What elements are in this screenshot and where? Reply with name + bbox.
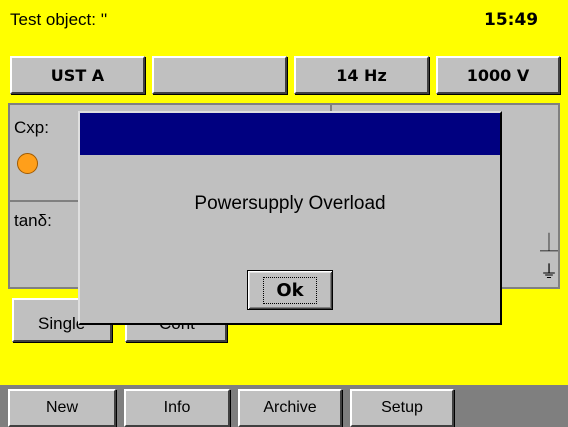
setup-label: Setup [381,399,423,416]
connection-mode-button[interactable]: UST A [10,56,145,94]
dialog-message: Powersupply Overload [194,193,386,214]
clock: 15:49 [484,10,539,30]
new-label: New [45,399,78,416]
earth-symbol-icon: ⏚ [540,262,558,283]
new-button[interactable]: New [8,389,116,427]
ground-symbol-icon: ⏊ [540,233,558,254]
archive-label: Archive [263,399,317,416]
ok-label: Ok [263,276,317,304]
voltage-label: 1000 V [466,65,530,85]
tand-label: tanδ: [14,211,52,230]
status-led-icon [17,153,38,174]
setup-button[interactable]: Setup [350,389,454,427]
connection-mode-label: UST A [50,65,105,85]
info-button[interactable]: Info [124,389,230,427]
archive-button[interactable]: Archive [238,389,342,427]
voltage-button[interactable]: 1000 V [436,56,560,94]
test-object-title: Test object: '' [10,10,108,29]
frequency-label: 14 Hz [336,65,387,85]
info-label: Info [163,399,191,416]
cxp-label: Cxp: [14,118,49,137]
empty-button[interactable] [152,56,287,94]
dialog-title-bar[interactable] [80,113,500,155]
ok-button[interactable]: Ok [247,270,333,310]
frequency-button[interactable]: 14 Hz [294,56,429,94]
